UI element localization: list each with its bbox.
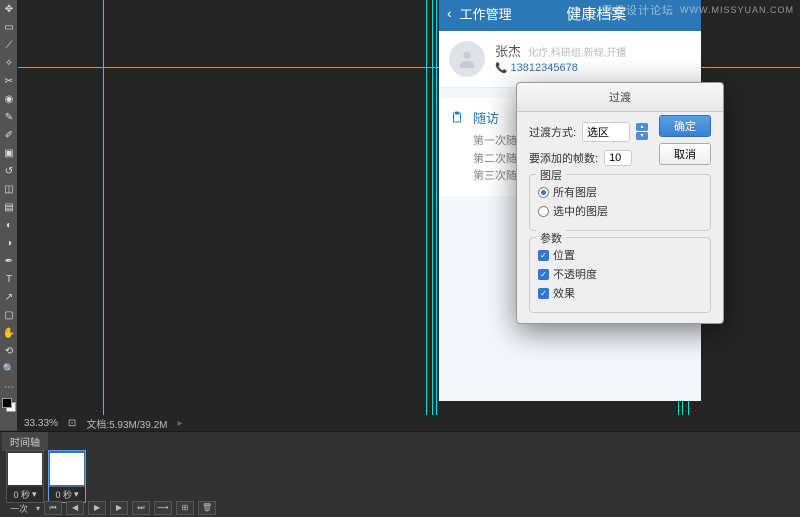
frame-1[interactable]: 0 秒▾ (6, 450, 44, 503)
brush-tool-2[interactable]: ✐ (0, 126, 18, 144)
chevron-down-icon[interactable]: ▾ (36, 504, 40, 513)
color-swatch[interactable] (2, 398, 16, 412)
lasso-tool[interactable]: ⟋ (0, 36, 18, 54)
zoom-tool[interactable]: 🔍 (0, 360, 18, 378)
guide-vertical-4[interactable] (436, 0, 437, 415)
transition-dialog: 过渡 过渡方式: 选区 ▴ ▾ 要添加的帧数: 10 图层 所有图层 选中的图层 (516, 82, 724, 324)
radio-all-label: 所有图层 (553, 184, 597, 200)
guide-vertical-3[interactable] (432, 0, 433, 415)
chevron-down-icon[interactable]: ▾ (32, 489, 37, 500)
pen-tool[interactable]: ✒ (0, 252, 18, 270)
check-position[interactable]: ✓ (538, 250, 549, 261)
status-bar: 33.33% ⊡ 文档:5.93M/39.2M ▸ (18, 415, 800, 431)
frame-1-label: 0 秒 (13, 488, 30, 501)
cancel-button[interactable]: 取消 (659, 143, 711, 165)
next-frame-button[interactable]: ▶ (110, 501, 128, 515)
fg-color[interactable] (2, 398, 12, 408)
stamp-tool[interactable]: ▣ (0, 144, 18, 162)
check-position-label: 位置 (553, 247, 575, 263)
type-tool[interactable]: T (0, 270, 18, 288)
last-frame-button[interactable]: ⏭ (132, 501, 150, 515)
layers-legend: 图层 (536, 167, 566, 183)
clipboard-icon (451, 110, 463, 124)
method-step-up[interactable]: ▴ (636, 123, 648, 131)
loop-select[interactable]: 一次 (6, 502, 32, 515)
frame-2-label: 0 秒 (55, 488, 72, 501)
frame-2[interactable]: 0 秒▾ (48, 450, 86, 503)
avatar-icon (449, 41, 485, 77)
layers-fieldset: 图层 所有图层 选中的图层 (529, 174, 711, 231)
status-icon: ⊡ (68, 418, 76, 429)
check-effect[interactable]: ✓ (538, 288, 549, 299)
profile-tags: 化疗,科研组,新规,开播 (528, 48, 626, 59)
frame-thumb-1 (8, 453, 42, 485)
frames-input[interactable]: 10 (604, 150, 632, 166)
params-fieldset: 参数 ✓ 位置 ✓ 不透明度 ✓ 效果 (529, 237, 711, 313)
method-value: 选区 (587, 124, 609, 140)
dodge-tool[interactable]: ◑ (0, 234, 18, 252)
watermark: 思缘设计论坛 WWW.MISSYUAN.COM (602, 2, 794, 18)
rotate-tool[interactable]: ⟲ (0, 342, 18, 360)
chevron-down-icon[interactable]: ▾ (74, 489, 79, 500)
watermark-url: WWW.MISSYUAN.COM (680, 5, 794, 15)
guide-vertical-2[interactable] (426, 0, 427, 415)
eraser-tool[interactable]: ◫ (0, 180, 18, 198)
method-label: 过渡方式: (529, 124, 576, 140)
frame-thumb-2 (50, 453, 84, 485)
delete-frame-button[interactable]: 🗑 (198, 501, 216, 515)
phone-icon: 📞 (495, 63, 507, 74)
blur-tool[interactable]: ◐ (0, 216, 18, 234)
doc-size: 文档:5.93M/39.2M (86, 416, 167, 431)
status-chevron-icon[interactable]: ▸ (177, 418, 182, 429)
back-label: 工作管理 (460, 4, 512, 23)
ok-button[interactable]: 确定 (659, 115, 711, 137)
marquee-tool[interactable]: ▭ (0, 18, 18, 36)
frames-label: 要添加的帧数: (529, 150, 598, 166)
check-opacity-label: 不透明度 (553, 266, 597, 282)
new-frame-button[interactable]: ⊞ (176, 501, 194, 515)
timeline-frames: 0 秒▾ 0 秒▾ (6, 450, 86, 503)
hand-tool[interactable]: ✋ (0, 324, 18, 342)
path-tool[interactable]: ↗ (0, 288, 18, 306)
params-legend: 参数 (536, 230, 566, 246)
check-effect-label: 效果 (553, 285, 575, 301)
more-tool[interactable]: ⋯ (0, 378, 18, 396)
wand-tool[interactable]: ✧ (0, 54, 18, 72)
radio-all-layers[interactable] (538, 187, 549, 198)
timeline-tab[interactable]: 时间轴 (2, 432, 48, 451)
brush-tool-1[interactable]: ✎ (0, 108, 18, 126)
profile-name: 张杰 (495, 44, 521, 59)
watermark-text: 思缘设计论坛 (602, 2, 674, 18)
guide-vertical-1[interactable] (103, 0, 104, 415)
profile-phone: 13812345678 (511, 62, 578, 74)
crop-tool[interactable]: ✂ (0, 72, 18, 90)
method-step-down[interactable]: ▾ (636, 132, 648, 140)
check-opacity[interactable]: ✓ (538, 269, 549, 280)
history-brush-tool[interactable]: ↺ (0, 162, 18, 180)
first-frame-button[interactable]: ⏮ (44, 501, 62, 515)
timeline-panel: 时间轴 0 秒▾ 0 秒▾ 一次 ▾ ⏮ ◀ ▶ ▶ ⏭ ⟿ ⊞ 🗑 (0, 431, 800, 517)
profile-card: 张杰 化疗,科研组,新规,开播 📞 13812345678 (439, 31, 701, 88)
dialog-title: 过渡 (517, 83, 723, 112)
radio-sel-label: 选中的图层 (553, 203, 608, 219)
move-tool[interactable]: ✥ (0, 0, 18, 18)
gradient-tool[interactable]: ▤ (0, 198, 18, 216)
tool-palette: ✥ ▭ ⟋ ✧ ✂ ◉ ✎ ✐ ▣ ↺ ◫ ▤ ◐ ◑ ✒ T ↗ ▢ ✋ ⟲ … (0, 0, 18, 430)
shape-tool[interactable]: ▢ (0, 306, 18, 324)
zoom-level[interactable]: 33.33% (24, 418, 58, 429)
tween-button[interactable]: ⟿ (154, 501, 172, 515)
play-button[interactable]: ▶ (88, 501, 106, 515)
radio-selected-layers[interactable] (538, 206, 549, 217)
timeline-controls: 一次 ▾ ⏮ ◀ ▶ ▶ ⏭ ⟿ ⊞ 🗑 (6, 501, 216, 515)
method-select[interactable]: 选区 (582, 122, 630, 142)
prev-frame-button[interactable]: ◀ (66, 501, 84, 515)
back-icon: ‹ (439, 5, 460, 21)
eyedropper-tool[interactable]: ◉ (0, 90, 18, 108)
